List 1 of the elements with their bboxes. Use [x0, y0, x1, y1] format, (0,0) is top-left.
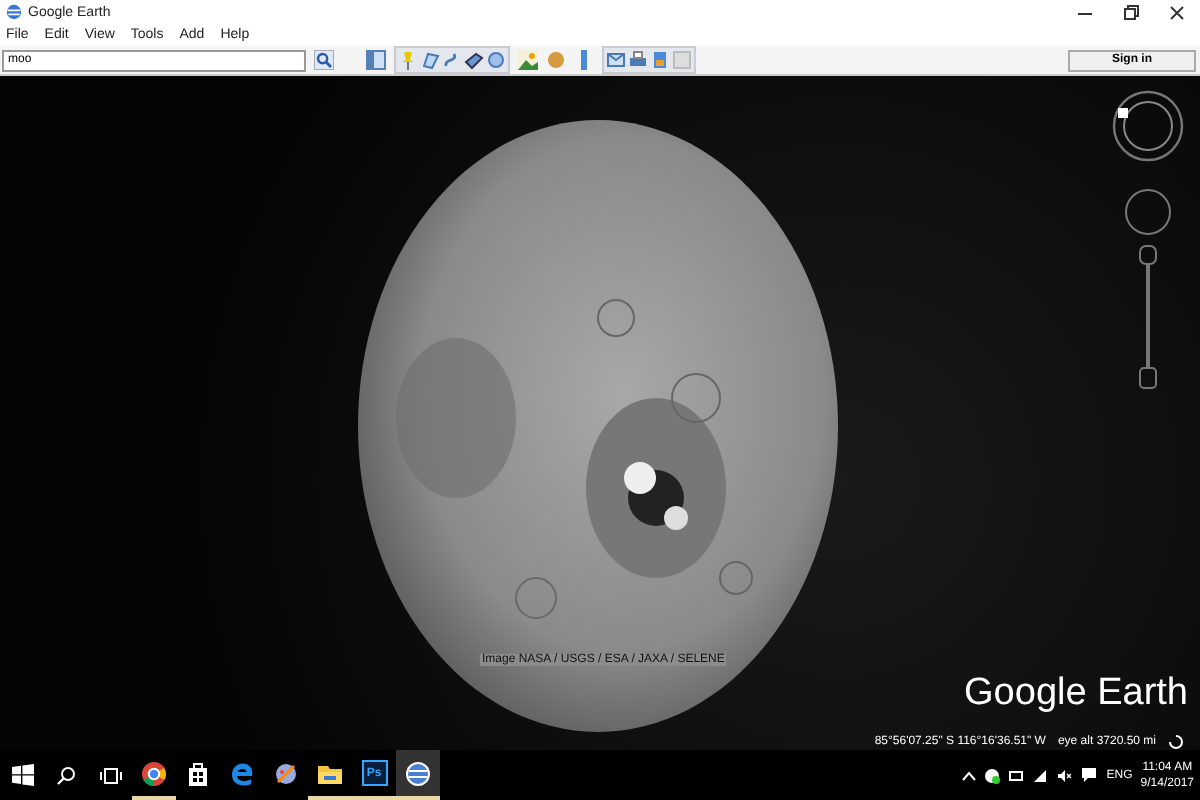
logo-text: Google Earth	[964, 672, 1188, 716]
